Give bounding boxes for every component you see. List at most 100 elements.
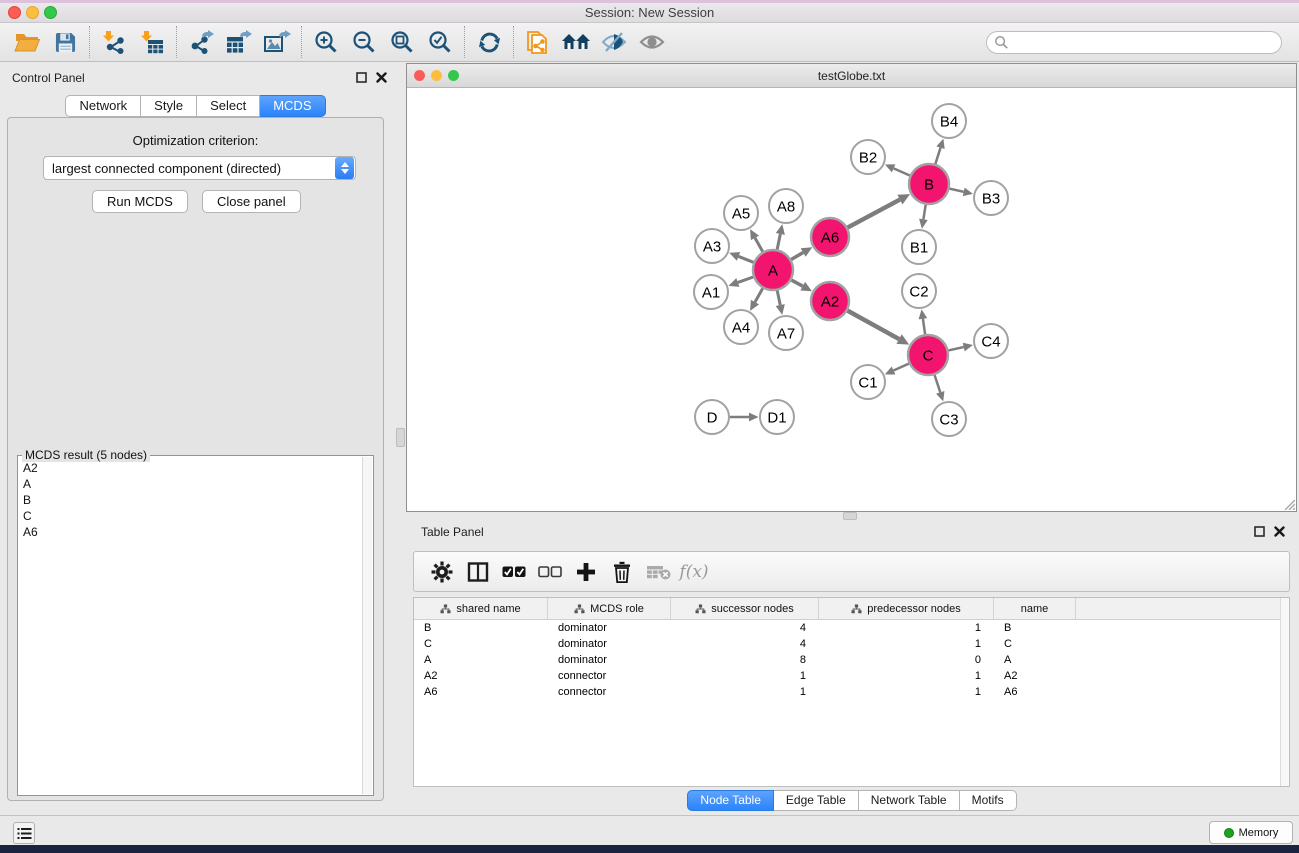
graph-edge[interactable] (935, 375, 941, 392)
run-mcds-button[interactable]: Run MCDS (92, 190, 188, 213)
unselect-all-icon[interactable] (532, 555, 568, 589)
export-table-icon[interactable] (220, 26, 258, 58)
vertical-split-handle[interactable] (396, 428, 405, 447)
tab-network[interactable]: Network (65, 95, 141, 117)
mcds-result-item[interactable]: A2 (20, 460, 361, 476)
search-input[interactable] (986, 31, 1282, 54)
export-image-icon[interactable] (258, 26, 296, 58)
tab-select[interactable]: Select (197, 95, 260, 117)
export-network-icon[interactable] (182, 26, 220, 58)
mcds-result-item[interactable]: A6 (20, 524, 361, 540)
table-cell[interactable]: A2 (994, 668, 1076, 684)
tab-motifs[interactable]: Motifs (960, 790, 1017, 811)
save-session-icon[interactable] (46, 26, 84, 58)
function-builder-icon[interactable]: f(x) (676, 555, 712, 589)
table-cell[interactable]: 4 (671, 620, 819, 636)
graph-edge[interactable] (738, 277, 753, 282)
column-header-shared-name[interactable]: shared name (414, 598, 548, 620)
table-cell[interactable]: A (994, 652, 1076, 668)
close-panel-icon[interactable] (1274, 526, 1285, 537)
float-panel-icon[interactable] (356, 72, 367, 83)
table-row[interactable]: A2connector11A2 (414, 668, 1289, 684)
table-cell[interactable]: 1 (819, 684, 994, 700)
delete-column-icon[interactable] (640, 555, 676, 589)
network-canvas[interactable]: B4B2BB3A8A5A6A3B1AA1C2A2A4A7C4CC1C3DD1 (407, 88, 1296, 511)
table-row[interactable]: Cdominator41C (414, 636, 1289, 652)
table-row[interactable]: Adominator80A (414, 652, 1289, 668)
table-cell[interactable]: 1 (819, 636, 994, 652)
table-cell[interactable]: C (994, 636, 1076, 652)
first-neighbors-icon[interactable] (557, 26, 595, 58)
table-settings-icon[interactable] (424, 555, 460, 589)
graph-edge[interactable] (791, 253, 803, 260)
graph-edge[interactable] (777, 291, 780, 306)
table-cell[interactable]: 1 (671, 668, 819, 684)
table-cell[interactable]: A2 (414, 668, 548, 684)
table-cell[interactable]: B (994, 620, 1076, 636)
tab-network-table[interactable]: Network Table (859, 790, 960, 811)
table-cell[interactable]: 4 (671, 636, 819, 652)
table-row[interactable]: A6connector11A6 (414, 684, 1289, 700)
window-resize-grip[interactable] (1281, 496, 1295, 510)
graph-edge[interactable] (923, 319, 925, 334)
horizontal-split-handle[interactable] (843, 512, 857, 520)
close-panel-icon[interactable] (376, 72, 387, 83)
zoom-selected-icon[interactable] (421, 26, 459, 58)
graph-edge[interactable] (848, 311, 900, 339)
zoom-in-icon[interactable] (307, 26, 345, 58)
tab-style[interactable]: Style (141, 95, 197, 117)
graph-edge[interactable] (848, 200, 900, 228)
graph-edge[interactable] (923, 205, 925, 220)
clone-network-icon[interactable] (519, 26, 557, 58)
zoom-out-icon[interactable] (345, 26, 383, 58)
graph-edge[interactable] (949, 189, 963, 192)
table-cell[interactable]: dominator (548, 652, 671, 668)
mcds-result-item[interactable]: A (20, 476, 361, 492)
column-header-MCDS-role[interactable]: MCDS role (548, 598, 671, 620)
refresh-layout-icon[interactable] (470, 26, 508, 58)
graphics-details-icon[interactable] (595, 26, 633, 58)
tab-mcds[interactable]: MCDS (260, 95, 325, 117)
table-cell[interactable]: connector (548, 668, 671, 684)
mcds-list-scrollbar[interactable] (362, 457, 372, 794)
table-cell[interactable]: connector (548, 684, 671, 700)
open-session-icon[interactable] (8, 26, 46, 58)
column-header-name[interactable]: name (994, 598, 1076, 620)
delete-row-icon[interactable] (604, 555, 640, 589)
table-cell[interactable]: A6 (994, 684, 1076, 700)
graph-edge[interactable] (894, 364, 909, 371)
table-cell[interactable]: 1 (671, 684, 819, 700)
graph-edge[interactable] (894, 168, 910, 175)
graph-edge[interactable] (739, 256, 754, 262)
column-header-predecessor-nodes[interactable]: predecessor nodes (819, 598, 994, 620)
graph-edge[interactable] (755, 238, 763, 252)
graph-edge[interactable] (948, 347, 963, 350)
tab-edge-table[interactable]: Edge Table (774, 790, 859, 811)
select-all-icon[interactable] (496, 555, 532, 589)
table-cell[interactable]: 1 (819, 668, 994, 684)
graph-edge[interactable] (755, 288, 763, 302)
table-cell[interactable]: 1 (819, 620, 994, 636)
table-cell[interactable]: A6 (414, 684, 548, 700)
optimization-criterion-select[interactable]: largest connected component (directed) (43, 156, 356, 180)
table-row[interactable]: Bdominator41B (414, 620, 1289, 636)
table-cell[interactable]: dominator (548, 620, 671, 636)
graph-edge[interactable] (777, 234, 780, 249)
tab-node-table[interactable]: Node Table (687, 790, 774, 811)
table-cell[interactable]: 8 (671, 652, 819, 668)
task-history-button[interactable] (13, 822, 35, 844)
table-cell[interactable]: 0 (819, 652, 994, 668)
mcds-result-item[interactable]: B (20, 492, 361, 508)
import-network-icon[interactable] (95, 26, 133, 58)
mcds-result-item[interactable]: C (20, 508, 361, 524)
zoom-fit-icon[interactable] (383, 26, 421, 58)
graph-edge[interactable] (791, 280, 802, 286)
memory-button[interactable]: Memory (1209, 821, 1293, 844)
import-table-icon[interactable] (133, 26, 171, 58)
column-header-successor-nodes[interactable]: successor nodes (671, 598, 819, 620)
graph-edge[interactable] (935, 148, 940, 164)
table-cell[interactable]: A (414, 652, 548, 668)
network-window-titlebar[interactable]: testGlobe.txt (407, 64, 1296, 88)
close-panel-button[interactable]: Close panel (202, 190, 301, 213)
table-cell[interactable]: B (414, 620, 548, 636)
